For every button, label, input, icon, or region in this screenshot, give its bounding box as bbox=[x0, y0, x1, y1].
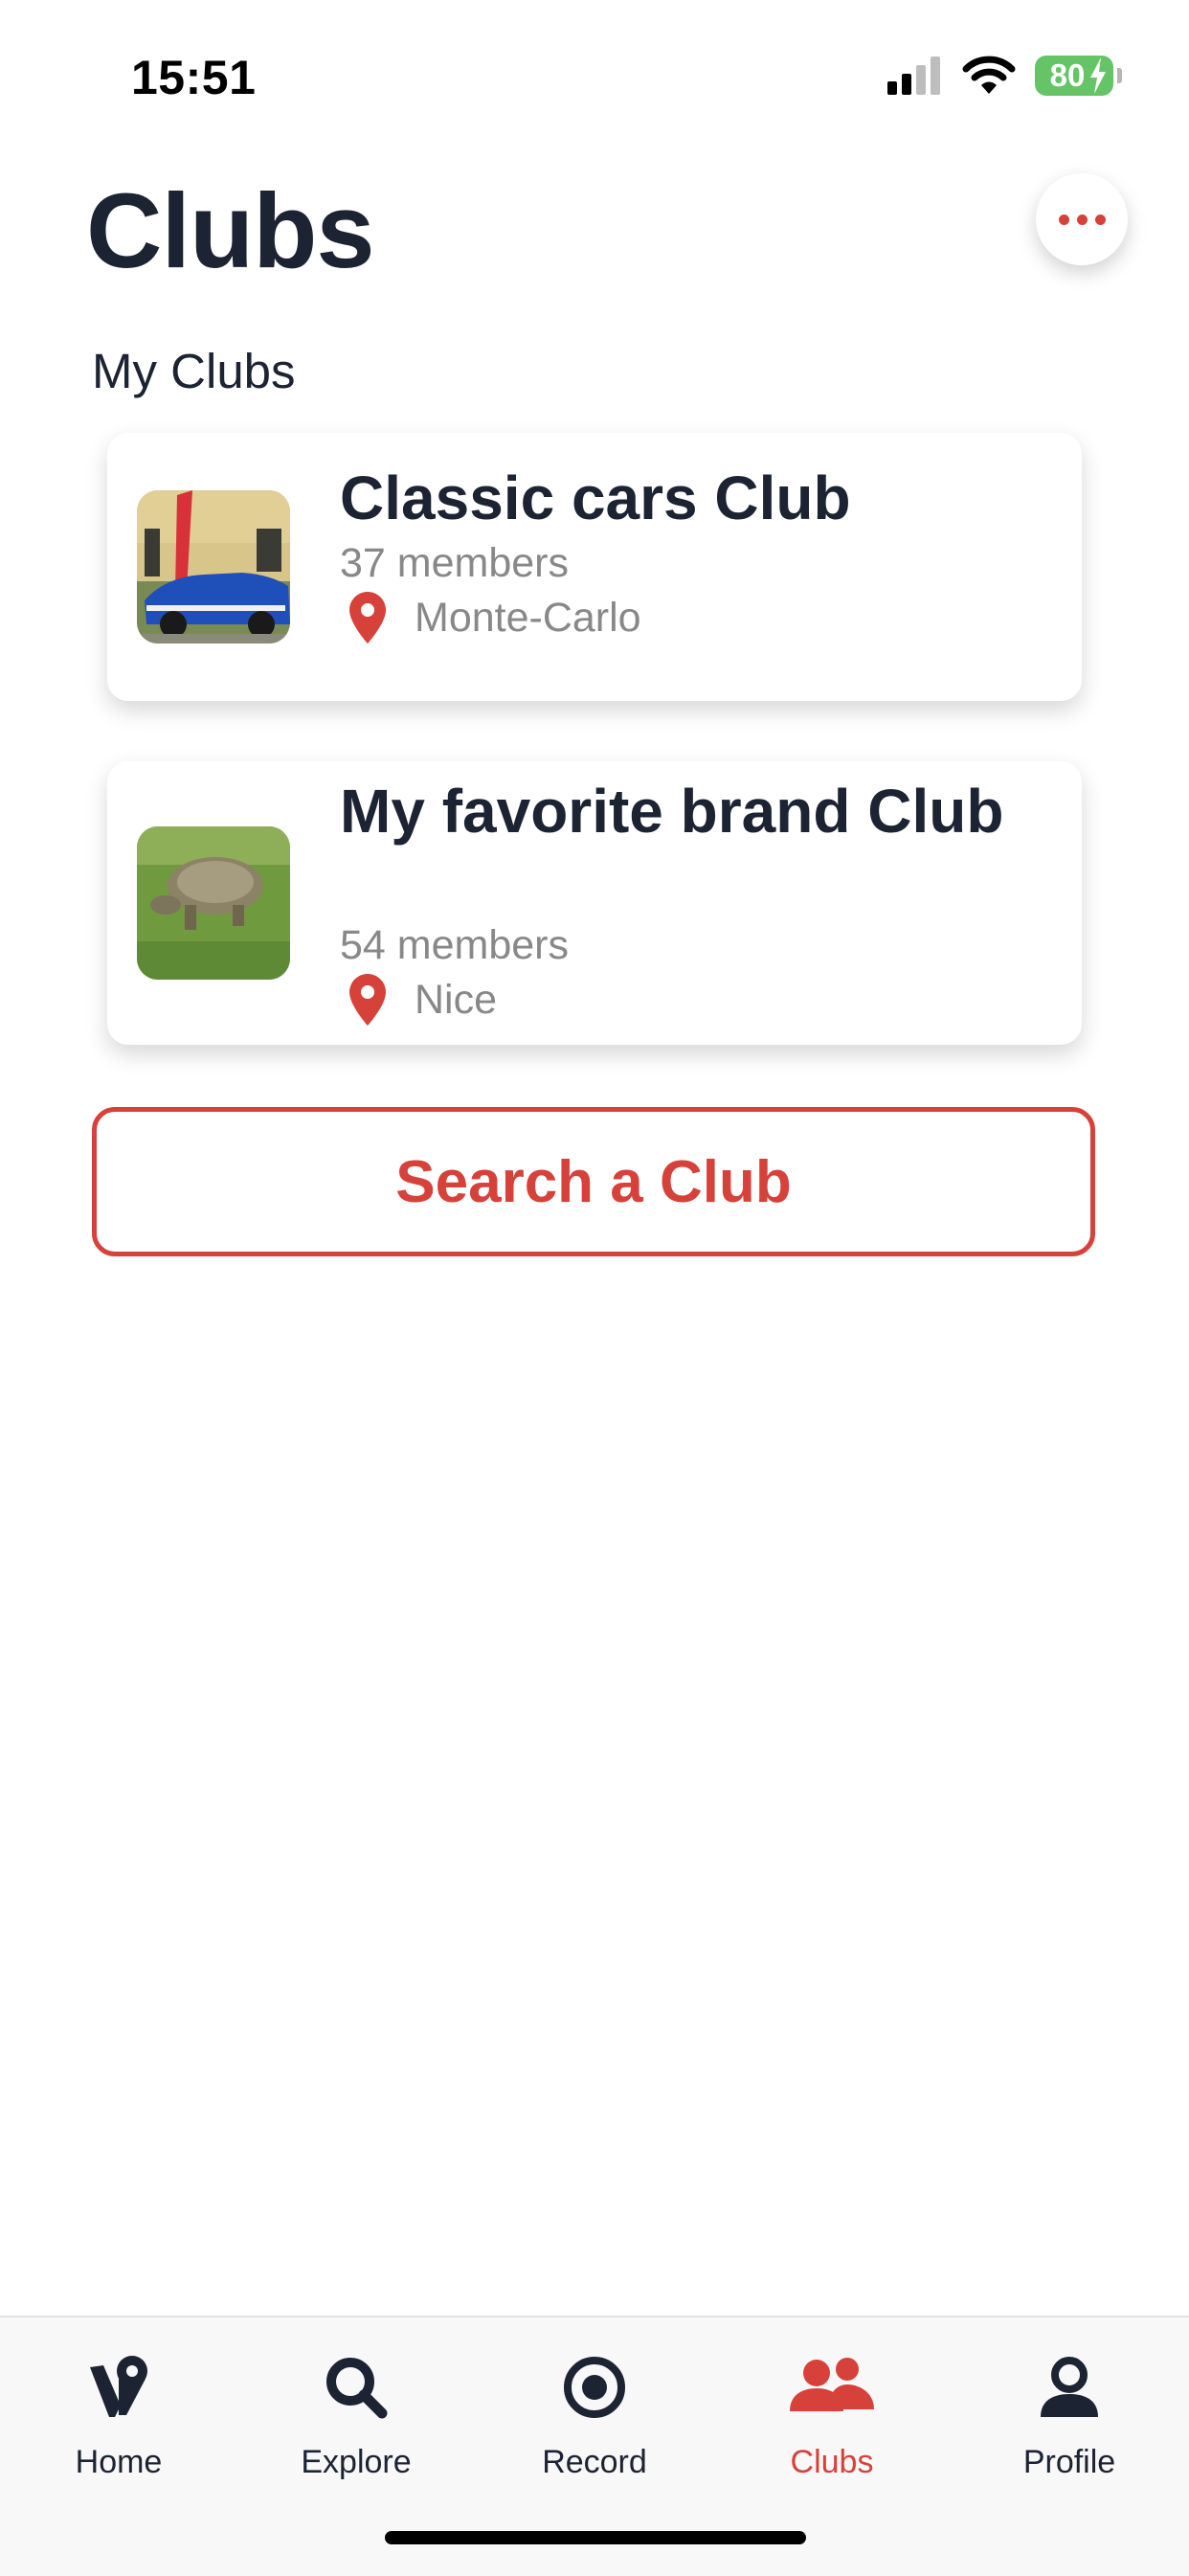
tab-explore[interactable]: Explore bbox=[260, 2339, 452, 2480]
tab-label: Explore bbox=[301, 2444, 412, 2480]
tab-label: Home bbox=[75, 2444, 163, 2480]
status-time: 15:51 bbox=[131, 51, 257, 104]
more-options-button[interactable] bbox=[1036, 173, 1128, 265]
page-title: Clubs bbox=[86, 172, 375, 290]
search-icon bbox=[326, 2358, 388, 2419]
status-icons: 80 bbox=[887, 56, 1122, 96]
search-club-button[interactable]: Search a Club bbox=[92, 1107, 1095, 1256]
person-icon bbox=[1041, 2357, 1098, 2417]
wifi-icon bbox=[962, 56, 1016, 94]
club-card[interactable]: My favorite brand Club 54 members Nice bbox=[107, 761, 1082, 1045]
club-name: Classic cars Club bbox=[340, 463, 851, 532]
club-name: My favorite brand Club bbox=[340, 777, 1004, 846]
tortoise-photo bbox=[137, 826, 290, 980]
tab-label: Record bbox=[542, 2444, 647, 2480]
club-location-label: Monte-Carlo bbox=[415, 594, 641, 641]
tab-clubs[interactable]: Clubs bbox=[736, 2339, 928, 2480]
club-members-count: 37 members bbox=[340, 540, 569, 586]
tab-label: Clubs bbox=[790, 2444, 874, 2480]
tab-record[interactable]: Record bbox=[499, 2339, 690, 2480]
club-members-count: 54 members bbox=[340, 922, 569, 968]
charging-bolt-icon bbox=[1090, 57, 1106, 94]
tab-home[interactable]: Home bbox=[23, 2339, 214, 2480]
battery-icon: 80 bbox=[1035, 56, 1113, 96]
tab-label: Profile bbox=[1022, 2444, 1116, 2480]
home-indicator bbox=[385, 2531, 806, 2544]
tab-profile[interactable]: Profile bbox=[974, 2339, 1165, 2480]
club-card[interactable]: Classic cars Club 37 members Monte-Carlo bbox=[107, 433, 1082, 701]
ellipsis-dot bbox=[1076, 214, 1088, 225]
club-location: Nice bbox=[349, 974, 497, 1026]
classic-car-photo bbox=[137, 490, 290, 644]
people-icon bbox=[790, 2358, 874, 2411]
battery-level: 80 bbox=[1049, 57, 1086, 93]
location-pin-icon bbox=[349, 592, 386, 644]
ellipsis-dot bbox=[1094, 214, 1106, 225]
club-thumbnail bbox=[137, 826, 290, 980]
location-pin-icon bbox=[349, 974, 386, 1026]
home-logo-icon bbox=[90, 2356, 147, 2417]
club-thumbnail bbox=[137, 490, 290, 644]
club-location: Monte-Carlo bbox=[349, 592, 641, 644]
ellipsis-icon bbox=[1058, 214, 1069, 225]
battery-cap bbox=[1117, 68, 1122, 83]
section-label-my-clubs: My Clubs bbox=[92, 344, 296, 398]
record-icon bbox=[564, 2357, 625, 2418]
cellular-signal-icon bbox=[887, 56, 940, 95]
club-location-label: Nice bbox=[415, 976, 498, 1023]
